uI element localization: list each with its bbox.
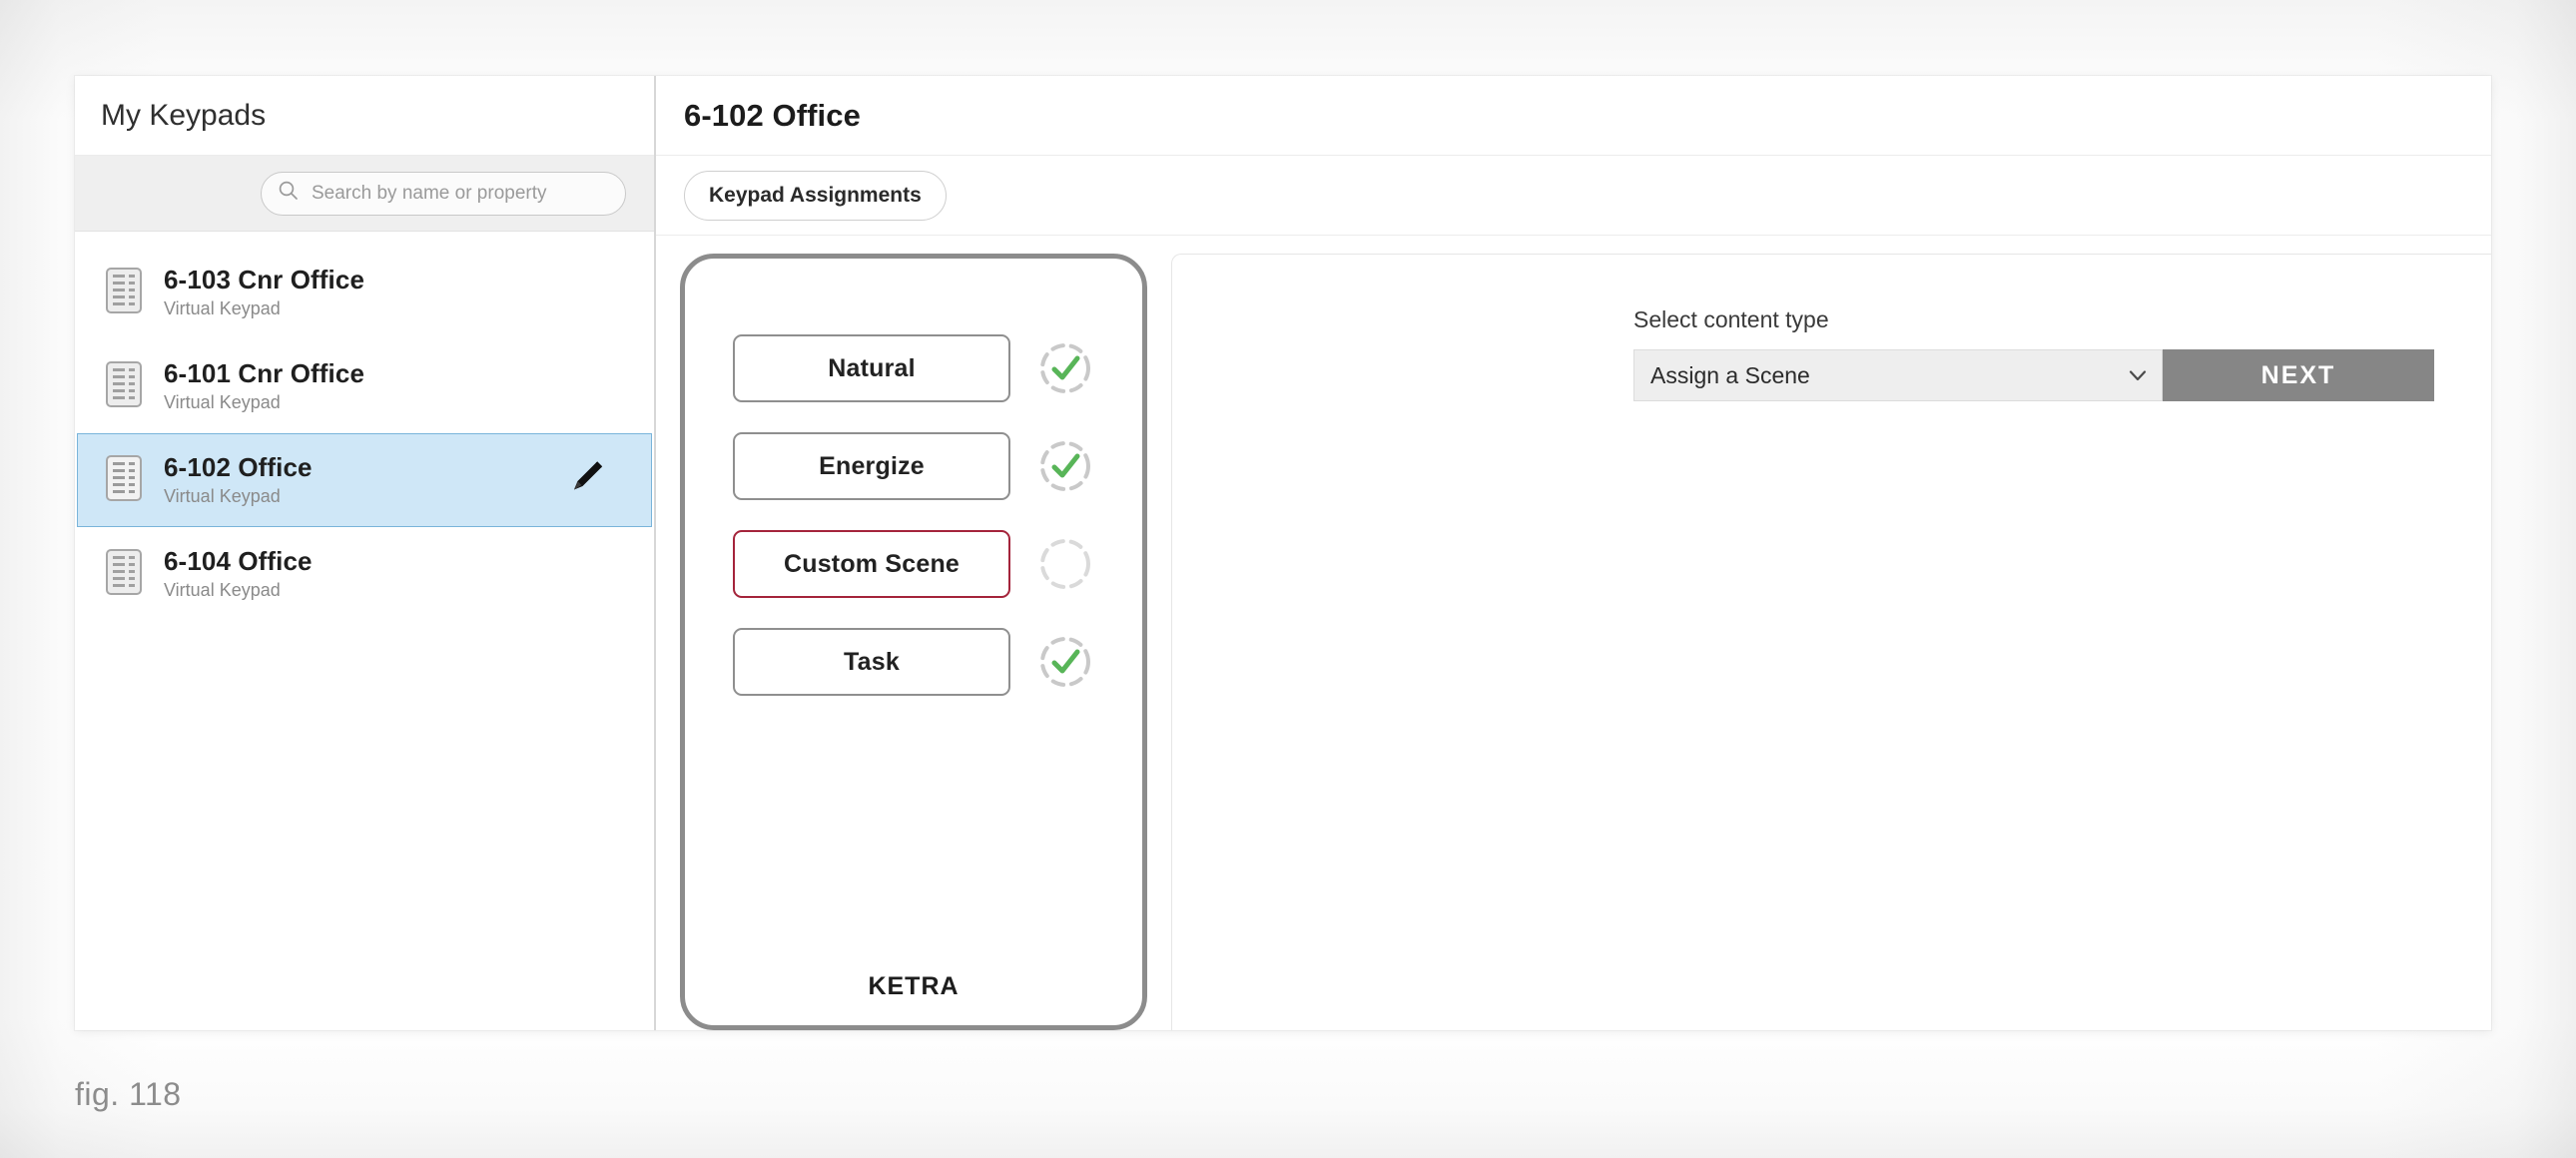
content-type-block: Select content type Assign a Scene NEXT (1633, 306, 2434, 401)
keypad-button-row-natural: Natural (733, 334, 1094, 402)
sidebar-item-6-104-office[interactable]: 6-104 Office Virtual Keypad (77, 527, 652, 621)
sidebar-item-text: 6-101 Cnr Office Virtual Keypad (164, 358, 364, 415)
search-icon (278, 180, 300, 207)
keypad-list: 6-103 Cnr Office Virtual Keypad 6-101 Cn… (75, 232, 654, 1030)
sidebar-item-type: Virtual Keypad (164, 297, 281, 318)
sidebar-item-name: 6-101 Cnr Office (164, 357, 365, 388)
dashed-circle-check-icon (1036, 339, 1094, 397)
tab-keypad-assignments[interactable]: Keypad Assignments (684, 170, 947, 221)
sidebar: My Keypads Search by name or property 6-… (75, 76, 656, 1030)
tab-bar: Keypad Assignments (656, 156, 2491, 236)
sidebar-item-type: Virtual Keypad (164, 579, 281, 600)
keypad-device-icon (106, 548, 142, 600)
sidebar-title: My Keypads (75, 76, 654, 156)
page-title: 6-102 Office (684, 97, 861, 133)
chevron-down-icon (2128, 362, 2148, 389)
app-window: My Keypads Search by name or property 6-… (75, 76, 2491, 1030)
sidebar-item-6-103-cnr-office[interactable]: 6-103 Cnr Office Virtual Keypad (77, 246, 652, 339)
dashed-circle-empty-icon (1036, 535, 1094, 593)
keypad-device-icon (106, 360, 142, 412)
main-content: 6-102 Office Keypad Assignments Natural (656, 76, 2491, 1030)
virtual-keypad-device: Natural Energize Custom Scene Task KETRA (680, 254, 1147, 1030)
content-type-label: Select content type (1633, 306, 1829, 332)
keypad-button-row-custom-scene: Custom Scene (733, 530, 1094, 598)
pencil-edit-icon[interactable] (565, 457, 607, 504)
content-type-row: Assign a Scene NEXT (1633, 349, 2434, 401)
sidebar-item-text: 6-103 Cnr Office Virtual Keypad (164, 265, 364, 321)
dashed-circle-check-icon (1036, 633, 1094, 691)
main-header: 6-102 Office (656, 76, 2491, 156)
next-button[interactable]: NEXT (2163, 349, 2434, 401)
work-area: Natural Energize Custom Scene Task KETRA… (656, 236, 2491, 1030)
sidebar-item-6-102-office[interactable]: 6-102 Office Virtual Keypad (77, 433, 652, 527)
sidebar-item-name: 6-102 Office (164, 451, 313, 482)
figure-caption: fig. 118 (75, 1076, 182, 1112)
sidebar-search-strip (75, 156, 654, 232)
keypad-device-icon (106, 267, 142, 318)
keypad-button-natural[interactable]: Natural (733, 334, 1010, 402)
keypad-button-task[interactable]: Task (733, 628, 1010, 696)
sidebar-item-text: 6-104 Office Virtual Keypad (164, 546, 313, 603)
screenshot-root: My Keypads Search by name or property 6-… (0, 0, 2576, 1158)
dashed-circle-check-icon (1036, 437, 1094, 495)
sidebar-item-6-101-cnr-office[interactable]: 6-101 Cnr Office Virtual Keypad (77, 339, 652, 433)
sidebar-item-name: 6-104 Office (164, 545, 313, 576)
assignment-config-panel: Select content type Assign a Scene NEXT (1171, 254, 2491, 1030)
content-type-select[interactable]: Assign a Scene (1633, 349, 2163, 401)
sidebar-item-text: 6-102 Office Virtual Keypad (164, 452, 313, 509)
keypad-button-custom-scene[interactable]: Custom Scene (733, 530, 1010, 598)
search-box[interactable] (261, 171, 626, 216)
search-input[interactable] (310, 181, 609, 206)
keypad-device-icon (106, 454, 142, 506)
content-type-selected-value: Assign a Scene (1650, 361, 1810, 388)
sidebar-item-type: Virtual Keypad (164, 485, 281, 506)
sidebar-item-name: 6-103 Cnr Office (164, 264, 365, 294)
keypad-button-energize[interactable]: Energize (733, 432, 1010, 500)
device-brand-label: KETRA (868, 972, 960, 1000)
sidebar-item-type: Virtual Keypad (164, 391, 281, 412)
keypad-button-row-task: Task (733, 628, 1094, 696)
keypad-button-row-energize: Energize (733, 432, 1094, 500)
